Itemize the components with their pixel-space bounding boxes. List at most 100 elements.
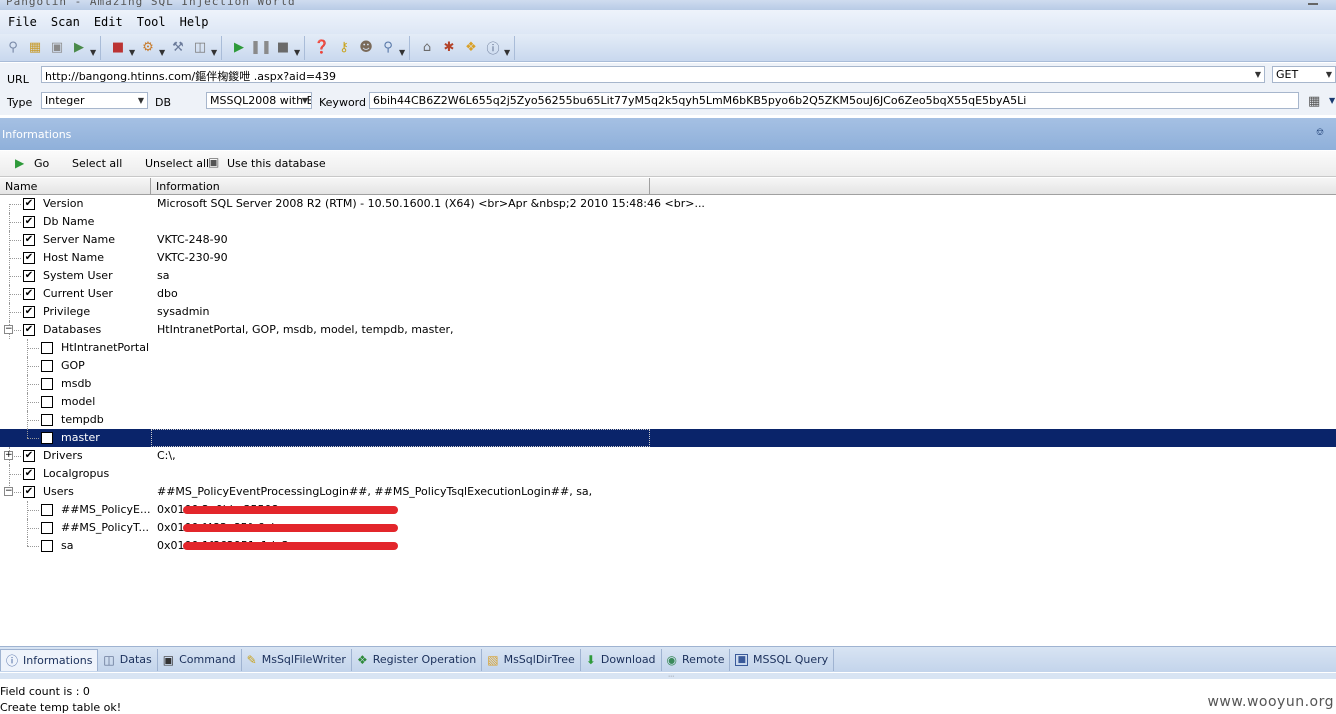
- tab-mssql-query[interactable]: ■ MSSQL Query: [730, 648, 835, 671]
- checkbox[interactable]: ✔: [23, 288, 35, 300]
- tree-row[interactable]: ✔ Version Microsoft SQL Server 2008 R2 (RT…: [0, 195, 1336, 213]
- search-icon[interactable]: ⚲: [4, 39, 22, 57]
- tab-remote[interactable]: ◉ Remote: [662, 648, 731, 671]
- menu-file[interactable]: File: [2, 15, 43, 29]
- go-button[interactable]: Go: [34, 157, 49, 170]
- chevron-down-icon[interactable]: ▼: [1329, 96, 1335, 105]
- select-all-button[interactable]: Select all: [72, 157, 122, 170]
- chevron-down-icon[interactable]: ▼: [399, 48, 407, 57]
- tree-row[interactable]: + ✔ Drivers C:\,: [0, 447, 1336, 465]
- checkbox[interactable]: ✔: [23, 486, 35, 498]
- book-icon[interactable]: ■: [109, 39, 127, 57]
- tree-row[interactable]: tempdb: [0, 411, 1336, 429]
- chevron-down-icon[interactable]: ▼: [90, 48, 98, 57]
- checkbox[interactable]: [41, 360, 53, 372]
- tree-row[interactable]: msdb: [0, 375, 1336, 393]
- info-icon[interactable]: ⓘ: [484, 39, 502, 57]
- bug-icon[interactable]: ✱: [440, 39, 458, 57]
- export-icon[interactable]: ▶: [70, 39, 88, 57]
- save-icon[interactable]: ▣: [48, 39, 66, 57]
- chevron-down-icon[interactable]: ▼: [1326, 67, 1332, 82]
- checkbox[interactable]: ✔: [23, 450, 35, 462]
- tree-row[interactable]: sa0x0100 1f862951c1da3: [0, 537, 1336, 555]
- expand-icon[interactable]: +: [4, 451, 13, 460]
- help-icon[interactable]: ❓: [313, 39, 331, 57]
- play-icon[interactable]: ▶: [230, 39, 248, 57]
- checkbox[interactable]: ✔: [23, 198, 35, 210]
- wrench-icon[interactable]: ⚒: [169, 39, 187, 57]
- checkbox[interactable]: [41, 378, 53, 390]
- checkbox[interactable]: [41, 414, 53, 426]
- checkbox[interactable]: [41, 540, 53, 552]
- chevron-down-icon[interactable]: ▼: [294, 48, 302, 57]
- checkbox[interactable]: ✔: [23, 468, 35, 480]
- minimize-icon[interactable]: [1308, 0, 1318, 5]
- menu-tool[interactable]: Tool: [131, 15, 172, 29]
- database-icon[interactable]: ◫: [191, 39, 209, 57]
- magnifier-icon[interactable]: ⚲: [379, 39, 397, 57]
- pause-icon[interactable]: ❚❚: [250, 39, 272, 57]
- tab-command[interactable]: ▣ Command: [158, 648, 242, 671]
- tree-row[interactable]: GOP: [0, 357, 1336, 375]
- type-select[interactable]: Integer ▼: [41, 92, 148, 109]
- package-icon[interactable]: ❖: [462, 39, 480, 57]
- collapse-icon[interactable]: −: [4, 325, 13, 334]
- key-icon[interactable]: ⚷: [335, 39, 353, 57]
- chevron-down-icon[interactable]: ▼: [159, 48, 167, 57]
- tab-download[interactable]: ⬇ Download: [581, 648, 662, 671]
- checkbox[interactable]: [41, 396, 53, 408]
- chevron-down-icon[interactable]: ▼: [138, 93, 144, 108]
- checkbox[interactable]: [41, 432, 53, 444]
- checkbox[interactable]: [41, 504, 53, 516]
- tree-row[interactable]: ✔ System User sa: [0, 267, 1336, 285]
- tree-row[interactable]: ##MS_PolicyE...0x0100 2e0bbe35508a: [0, 501, 1336, 519]
- tab-register-operation[interactable]: ❖ Register Operation: [352, 648, 483, 671]
- database-icon[interactable]: ▣: [208, 155, 219, 169]
- chevron-down-icon[interactable]: ▼: [211, 48, 219, 57]
- tree-row[interactable]: model: [0, 393, 1336, 411]
- tree-row[interactable]: ✔ Db Name: [0, 213, 1336, 231]
- go-icon[interactable]: ▶: [15, 156, 24, 170]
- chevron-down-icon[interactable]: ▼: [1255, 67, 1261, 82]
- tab-datas[interactable]: ◫ Datas: [98, 648, 158, 671]
- checkbox[interactable]: ✔: [23, 324, 35, 336]
- url-input[interactable]: http://bangong.htinns.com/鏂伴椈鍐呭 .aspx?ai…: [41, 66, 1265, 83]
- tree-row[interactable]: ✔ Server Name VKTC-248-90: [0, 231, 1336, 249]
- tree-row[interactable]: ✔ Current User dbo: [0, 285, 1336, 303]
- users-icon[interactable]: ☻: [357, 39, 375, 57]
- tree-row[interactable]: ✔ Privilege sysadmin: [0, 303, 1336, 321]
- tab-informations[interactable]: ⓘ Informations: [0, 648, 99, 671]
- tree-row[interactable]: HtIntranetPortal: [0, 339, 1336, 357]
- home-icon[interactable]: ⌂: [418, 39, 436, 57]
- checkbox[interactable]: ✔: [23, 252, 35, 264]
- column-header-name[interactable]: Name: [0, 178, 151, 195]
- pin-icon[interactable]: ⎊: [1316, 127, 1324, 138]
- tab-mssqlfilewriter[interactable]: ✎ MsSqlFileWriter: [242, 648, 352, 671]
- settings-icon[interactable]: ⚙: [139, 39, 157, 57]
- tab-mssqldirtree[interactable]: ▧ MsSqlDirTree: [482, 648, 581, 671]
- tree-row[interactable]: − ✔ Databases HtIntranetPortal, GOP, msdb, …: [0, 321, 1336, 339]
- tree-row[interactable]: master: [0, 429, 1336, 447]
- chevron-down-icon[interactable]: ▼: [504, 48, 512, 57]
- menu-edit[interactable]: Edit: [88, 15, 129, 29]
- chevron-down-icon[interactable]: ▼: [129, 48, 137, 57]
- menu-scan[interactable]: Scan: [45, 15, 86, 29]
- method-select[interactable]: GET ▼: [1272, 66, 1336, 83]
- checkbox[interactable]: [41, 522, 53, 534]
- collapse-icon[interactable]: −: [4, 487, 13, 496]
- grid-icon[interactable]: ▦: [1308, 94, 1320, 109]
- column-header-information[interactable]: Information: [151, 178, 650, 195]
- use-database-button[interactable]: Use this database: [227, 157, 326, 170]
- checkbox[interactable]: ✔: [23, 270, 35, 282]
- checkbox[interactable]: ✔: [23, 234, 35, 246]
- unselect-all-button[interactable]: Unselect all: [145, 157, 209, 170]
- keyword-input[interactable]: 6bih44CB6Z2W6L655q2j5Zyo56255bu65Lit77yM…: [369, 92, 1299, 109]
- tree-row[interactable]: ✔ Localgropus: [0, 465, 1336, 483]
- checkbox[interactable]: ✔: [23, 306, 35, 318]
- db-select[interactable]: MSSQL2008 with E ▼: [206, 92, 312, 109]
- menu-help[interactable]: Help: [174, 15, 215, 29]
- chevron-down-icon[interactable]: ▼: [302, 93, 308, 108]
- checkbox[interactable]: ✔: [23, 216, 35, 228]
- open-icon[interactable]: ▦: [26, 39, 44, 57]
- tree-row[interactable]: ##MS_PolicyT...0x0100 f483a85fc6eb: [0, 519, 1336, 537]
